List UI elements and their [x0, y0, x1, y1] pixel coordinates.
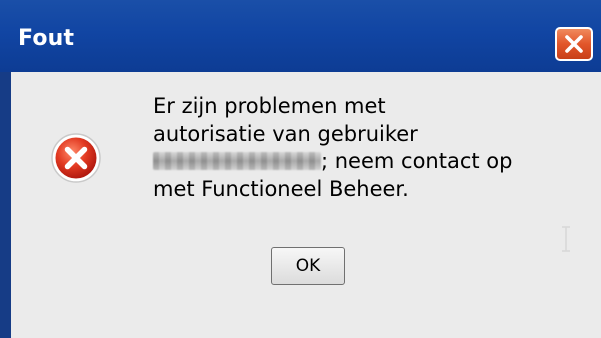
error-dialog: Fout Er zijn problemen met autorisatie v… — [0, 0, 601, 338]
title-bar[interactable]: Fout — [0, 0, 601, 72]
text-cursor-icon — [562, 226, 570, 252]
error-message: Er zijn problemen met autorisatie van ge… — [153, 93, 583, 203]
close-icon — [565, 35, 583, 53]
message-line: Er zijn problemen met — [153, 94, 386, 118]
message-line-with-username: ; neem contact op — [153, 148, 583, 176]
ok-button[interactable]: OK — [271, 247, 345, 285]
close-button[interactable] — [555, 27, 593, 61]
error-icon — [51, 133, 101, 183]
message-line: ; neem contact op — [321, 149, 513, 173]
redacted-username — [153, 152, 321, 170]
message-line: autorisatie van gebruiker — [153, 121, 418, 146]
dialog-title: Fout — [18, 26, 75, 51]
message-line: met Functioneel Beheer. — [153, 176, 409, 201]
